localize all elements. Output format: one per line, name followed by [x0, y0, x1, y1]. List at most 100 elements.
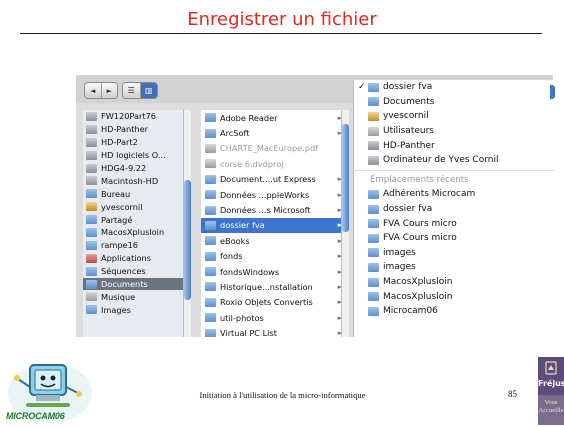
folder-column: Adobe Reader►ArcSoft► CHARTE_MacEurope.pd…	[201, 110, 349, 337]
folder-list-item[interactable]: Données ...s Microsoft►	[201, 202, 349, 217]
folder-list-item-label: fondsWindows	[220, 266, 280, 277]
recent-location-item[interactable]: FVA Cours micro	[354, 231, 555, 246]
sidebar-item-label: Séquences	[101, 266, 146, 277]
folder-list-item[interactable]: Historique...nstallation►	[201, 279, 349, 294]
folder-icon	[86, 266, 97, 276]
back-button[interactable]: ◄	[85, 83, 101, 98]
folder-icon	[368, 277, 379, 287]
column-scrollbar[interactable]	[341, 110, 349, 337]
column-view-button[interactable]: ▥	[139, 83, 157, 98]
folder-icon	[368, 189, 379, 199]
folder-list-item[interactable]: Virtual PC List►	[201, 325, 349, 337]
footer-caption: Initiation à l'utilisation de la micro-i…	[199, 390, 366, 400]
folder-icon	[205, 113, 216, 123]
menu-item[interactable]: Utilisateurs	[354, 124, 555, 139]
view-mode-buttons: ☰ ▥	[122, 82, 158, 99]
folder-list-item-label: fonds	[220, 251, 243, 262]
drive-icon	[86, 176, 97, 186]
sidebar-item[interactable]: rampe16	[83, 239, 183, 252]
forward-button[interactable]: ►	[100, 83, 118, 98]
recent-location-label: FVA Cours micro	[383, 233, 457, 244]
drive-icon	[368, 141, 379, 151]
menu-item[interactable]: HD-Panther	[354, 138, 555, 153]
home-icon	[368, 111, 379, 121]
folder-list-item[interactable]: CHARTE_MacEurope.pdf	[201, 141, 349, 156]
folder-list-item-label: ArcSoft	[220, 128, 250, 139]
applications-icon	[86, 253, 97, 263]
sidebar-item-label: Macintosh-HD	[101, 175, 159, 186]
folder-list-item[interactable]: Document....ut Express►	[201, 172, 349, 187]
sidebar-scrollbar[interactable]	[183, 110, 191, 337]
sidebar-item[interactable]: FW120Part76	[83, 110, 183, 123]
menu-separator	[354, 169, 555, 171]
folder-list-item[interactable]: dossier fva►	[201, 217, 349, 234]
sidebar-item[interactable]: yvescornil	[83, 200, 183, 213]
folder-icon	[205, 313, 216, 323]
recent-location-item[interactable]: MacosXplusloin	[354, 275, 555, 290]
sidebar-item[interactable]: HD-Panther	[83, 123, 183, 136]
sidebar-item[interactable]: HD logiciels O...	[83, 149, 183, 162]
sidebar-item[interactable]: Partagé	[83, 213, 183, 226]
sidebar-item[interactable]: Séquences	[83, 265, 183, 278]
folder-icon	[205, 236, 216, 246]
menu-item-label: HD-Panther	[383, 140, 435, 151]
folder-list-item[interactable]: fondsWindows►	[201, 264, 349, 279]
sidebar-item[interactable]: MacosXplusloin	[83, 226, 183, 239]
recent-location-item[interactable]: Adhérents Microcam	[354, 187, 555, 202]
sidebar-item-label: HD-Panther	[101, 124, 148, 135]
folder-list-item[interactable]: eBooks►	[201, 233, 349, 248]
folder-list-item-label: dossier fva	[220, 220, 265, 231]
folder-icon	[86, 240, 97, 250]
folder-list-item[interactable]: Roxio Objets Convertis►	[201, 295, 349, 310]
menu-item[interactable]: Documents	[354, 95, 555, 110]
sidebar-item[interactable]: HD-Part2	[83, 136, 183, 149]
sidebar-item[interactable]: Applications	[83, 252, 183, 265]
folder-list-item-label: Adobe Reader	[220, 112, 278, 123]
folder-list-item[interactable]: fonds►	[201, 249, 349, 264]
sidebar-item[interactable]: Musique	[83, 290, 183, 303]
folder-icon	[368, 248, 379, 258]
folder-icon	[205, 297, 216, 307]
sidebar-item-label: rampe16	[101, 240, 139, 251]
folder-list-item[interactable]: Données ...ppleWorks►	[201, 187, 349, 202]
folder-list-item-label: Données ...ppleWorks	[220, 189, 310, 200]
folder-list-item[interactable]: corse 6.dvdproj	[201, 156, 349, 171]
folder-icon	[86, 227, 97, 237]
folder-icon	[205, 328, 216, 337]
menu-item[interactable]: Ordinateur de Yves Cornil	[354, 153, 555, 168]
recent-location-label: images	[383, 262, 416, 273]
sidebar-item[interactable]: Images	[83, 303, 183, 316]
menu-item[interactable]: ✓ dossier fva	[354, 80, 555, 95]
folder-list-item[interactable]: util-photos►	[201, 310, 349, 325]
recent-location-item[interactable]: images	[354, 260, 555, 275]
recent-location-item[interactable]: dossier fva	[354, 202, 555, 217]
sidebar-scroll-thumb[interactable]	[184, 180, 191, 300]
list-view-button[interactable]: ☰	[123, 83, 140, 98]
folder-icon	[205, 174, 216, 184]
folder-icon	[205, 190, 216, 200]
folder-list-item[interactable]: Adobe Reader►	[201, 110, 349, 125]
folder-icon	[205, 220, 216, 230]
folder-icon	[205, 128, 216, 138]
sidebar-item[interactable]: Bureau	[83, 187, 183, 200]
sidebar-item[interactable]: HDG4-9.22	[83, 162, 183, 175]
location-dropdown-menu: ✓ dossier fva Documents yvescornil Utilisate…	[353, 80, 555, 337]
popup-button-edge[interactable]	[550, 85, 555, 99]
sidebar-item-label: Documents	[101, 279, 148, 290]
folder-icon	[86, 189, 97, 199]
folder-list-item-label: Données ...s Microsoft	[220, 205, 311, 216]
folder-list-item-label: CHARTE_MacEurope.pdf	[220, 143, 319, 154]
recent-location-item[interactable]: Microcam06	[354, 304, 555, 319]
sidebar-item[interactable]: Macintosh-HD	[83, 174, 183, 187]
menu-item-label: Utilisateurs	[383, 126, 434, 137]
recent-location-item[interactable]: FVA Cours micro	[354, 216, 555, 231]
checkmark-icon: ✓	[358, 82, 366, 93]
folder-list-item[interactable]: ArcSoft►	[201, 125, 349, 140]
sidebar-item[interactable]: Documents	[83, 277, 183, 291]
sidebar-item-label: Images	[101, 304, 131, 315]
column-scroll-thumb[interactable]	[342, 124, 349, 232]
frejus-emblem-icon	[545, 361, 557, 375]
recent-location-item[interactable]: MacosXplusloin	[354, 289, 555, 304]
recent-location-item[interactable]: images	[354, 246, 555, 261]
menu-item[interactable]: yvescornil	[354, 109, 555, 124]
